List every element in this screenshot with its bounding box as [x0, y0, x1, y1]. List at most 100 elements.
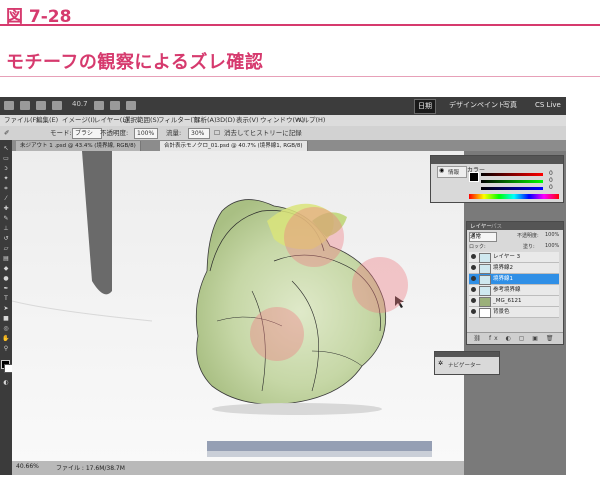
layers-footer-buttons[interactable]: ⛓ fx ◐ ▢ ▣ 🗑: [467, 332, 563, 344]
menu-image[interactable]: イメージ(I): [62, 115, 95, 126]
rotate-view-icon[interactable]: [110, 101, 120, 110]
eye-icon[interactable]: [471, 309, 476, 314]
3d-tool-icon[interactable]: ◎: [2, 326, 10, 332]
marquee-tool-icon[interactable]: ▭: [2, 156, 10, 162]
layer-row[interactable]: レイヤー 3: [469, 252, 559, 263]
layer-row[interactable]: 参考境界線: [469, 285, 559, 296]
layer-name: 境界線1: [493, 276, 513, 282]
lasso-tool-icon[interactable]: ↄ: [2, 166, 10, 172]
extras-icon[interactable]: [52, 101, 62, 110]
eraser-preset-icon[interactable]: ✐: [4, 127, 9, 139]
opacity-input[interactable]: 100%: [134, 128, 158, 139]
eye-icon[interactable]: [471, 254, 476, 259]
bridge-icon[interactable]: [20, 101, 30, 110]
layer-thumbnail: [479, 308, 491, 318]
layer-row[interactable]: 境界線2: [469, 263, 559, 274]
ps-logo-icon: [4, 101, 14, 110]
info-button[interactable]: ◉ 情報: [437, 166, 467, 178]
eye-icon[interactable]: [471, 287, 476, 292]
navigator-titlebar: [435, 352, 499, 357]
color-ramp[interactable]: [469, 194, 559, 199]
eye-icon[interactable]: [471, 298, 476, 303]
mode-select[interactable]: ブラシ: [72, 128, 102, 139]
menu-edit[interactable]: 編集(E): [36, 115, 58, 126]
layer-row[interactable]: 背景色: [469, 307, 559, 318]
tab-document-1[interactable]: 未ジアウト 1 .psd @ 43.4% (境界線, RGB/8): [16, 141, 141, 151]
gradient-tool-icon[interactable]: ▤: [2, 256, 10, 262]
eye-icon[interactable]: [471, 276, 476, 281]
layer-name: 背景色: [493, 309, 510, 315]
color-panel: カラー ◉ 情報 0 0 0: [430, 155, 564, 203]
flow-label: 流量:: [166, 129, 182, 137]
mode-label: モード:: [50, 129, 72, 137]
hand-tool-icon[interactable]: ✋: [2, 336, 10, 342]
workspace-photo[interactable]: 写真: [500, 99, 520, 112]
fill-label: 塗り:: [523, 244, 535, 250]
menu-help[interactable]: ヘルプ(H): [296, 115, 325, 126]
blend-mode-select[interactable]: 通常: [469, 232, 497, 242]
eye-icon[interactable]: [471, 265, 476, 270]
color-fg-swatch[interactable]: [469, 172, 479, 182]
navigator-icon: ✲: [438, 360, 444, 367]
stamp-tool-icon[interactable]: ⊥: [2, 226, 10, 232]
status-zoom[interactable]: 40.66%: [16, 463, 39, 470]
workspace-essentials[interactable]: 日期: [414, 99, 436, 114]
status-bar: 40.66% ファイル : 17.6M/38.7M: [12, 461, 464, 475]
document-canvas[interactable]: [12, 151, 464, 461]
path-select-tool-icon[interactable]: ➤: [2, 306, 10, 312]
layer-opacity-value[interactable]: 100%: [545, 232, 559, 238]
minibridge-icon[interactable]: [36, 101, 46, 110]
history-brush-icon[interactable]: ↺: [2, 236, 10, 242]
layer-name: 境界線2: [493, 265, 513, 271]
menu-file[interactable]: ファイル(F): [4, 115, 39, 126]
type-tool-icon[interactable]: T: [2, 296, 10, 302]
fill-value[interactable]: 100%: [545, 243, 559, 249]
shape-tool-icon[interactable]: ■: [2, 316, 10, 322]
layer-thumbnail: [479, 253, 491, 263]
tab-document-2[interactable]: 合計表示モノクロ_01.psd @ 40.7% (境界線1, RGB/8): [160, 141, 308, 151]
green-value[interactable]: 0: [549, 177, 553, 184]
quick-select-tool-icon[interactable]: ✦: [2, 176, 10, 182]
healing-tool-icon[interactable]: ✚: [2, 206, 10, 212]
blur-tool-icon[interactable]: ◆: [2, 266, 10, 272]
eraser-tool-icon[interactable]: ▱: [2, 246, 10, 252]
brush-tool-icon[interactable]: ✎: [2, 216, 10, 222]
pen-tool-icon[interactable]: ✒: [2, 286, 10, 292]
move-tool-icon[interactable]: ↖: [2, 146, 10, 152]
flow-input[interactable]: 30%: [188, 128, 210, 139]
tab-paths[interactable]: パス: [491, 222, 502, 230]
eyedropper-tool-icon[interactable]: ⁄: [2, 196, 10, 202]
menu-view[interactable]: 表示(V): [236, 115, 259, 126]
zoom-tool-icon[interactable]: ⚲: [2, 346, 10, 352]
color-panel-titlebar: [431, 156, 563, 164]
menu-3d[interactable]: 3D(D): [216, 115, 235, 126]
tab-layers[interactable]: レイヤー: [470, 222, 492, 230]
panel-dock: カラー ◉ 情報 0 0 0 レイヤー パス 通常 不透明度: 100% ロック…: [430, 151, 566, 475]
red-value[interactable]: 0: [549, 170, 553, 177]
red-slider[interactable]: [481, 173, 543, 176]
blue-slider[interactable]: [481, 187, 543, 190]
dodge-tool-icon[interactable]: ●: [2, 276, 10, 282]
cs-live-button[interactable]: CS Live: [532, 99, 564, 112]
layer-row-selected[interactable]: 境界線1: [469, 274, 559, 285]
figure-caption: モチーフの観察によるズレ確認: [6, 52, 264, 73]
hand-icon[interactable]: [94, 101, 104, 110]
layer-thumbnail: [479, 297, 491, 307]
info-icon: ◉: [439, 167, 445, 174]
blue-value[interactable]: 0: [549, 184, 553, 191]
crop-tool-icon[interactable]: ⌗: [2, 186, 10, 192]
menu-select[interactable]: 選択範囲(S): [124, 115, 159, 126]
options-bar: ✐ モード: ブラシ 不透明度: 100% 流量: 30% ☐ 消去してヒストリ…: [0, 126, 566, 141]
layer-row[interactable]: _MG_6121: [469, 296, 559, 307]
layer-name: _MG_6121: [493, 298, 522, 304]
erase-history-checkbox[interactable]: ☐: [214, 127, 220, 139]
green-slider[interactable]: [481, 180, 543, 183]
zoom-level[interactable]: 40.7: [72, 100, 88, 108]
photoshop-window: 40.7 日期 デザイン ペイント 写真 CS Live ファイル(F) 編集(…: [0, 97, 566, 475]
highlight-circle-bottom: [250, 307, 304, 361]
navigator-label[interactable]: ナビゲーター: [448, 361, 481, 369]
layers-panel: レイヤー パス 通常 不透明度: 100% ロック: 塗り: 100% レイヤー…: [466, 221, 564, 345]
arrange-docs-icon[interactable]: [126, 101, 136, 110]
menu-analysis[interactable]: 解析(A): [194, 115, 217, 126]
quick-mask-icon[interactable]: ◐: [2, 380, 10, 386]
